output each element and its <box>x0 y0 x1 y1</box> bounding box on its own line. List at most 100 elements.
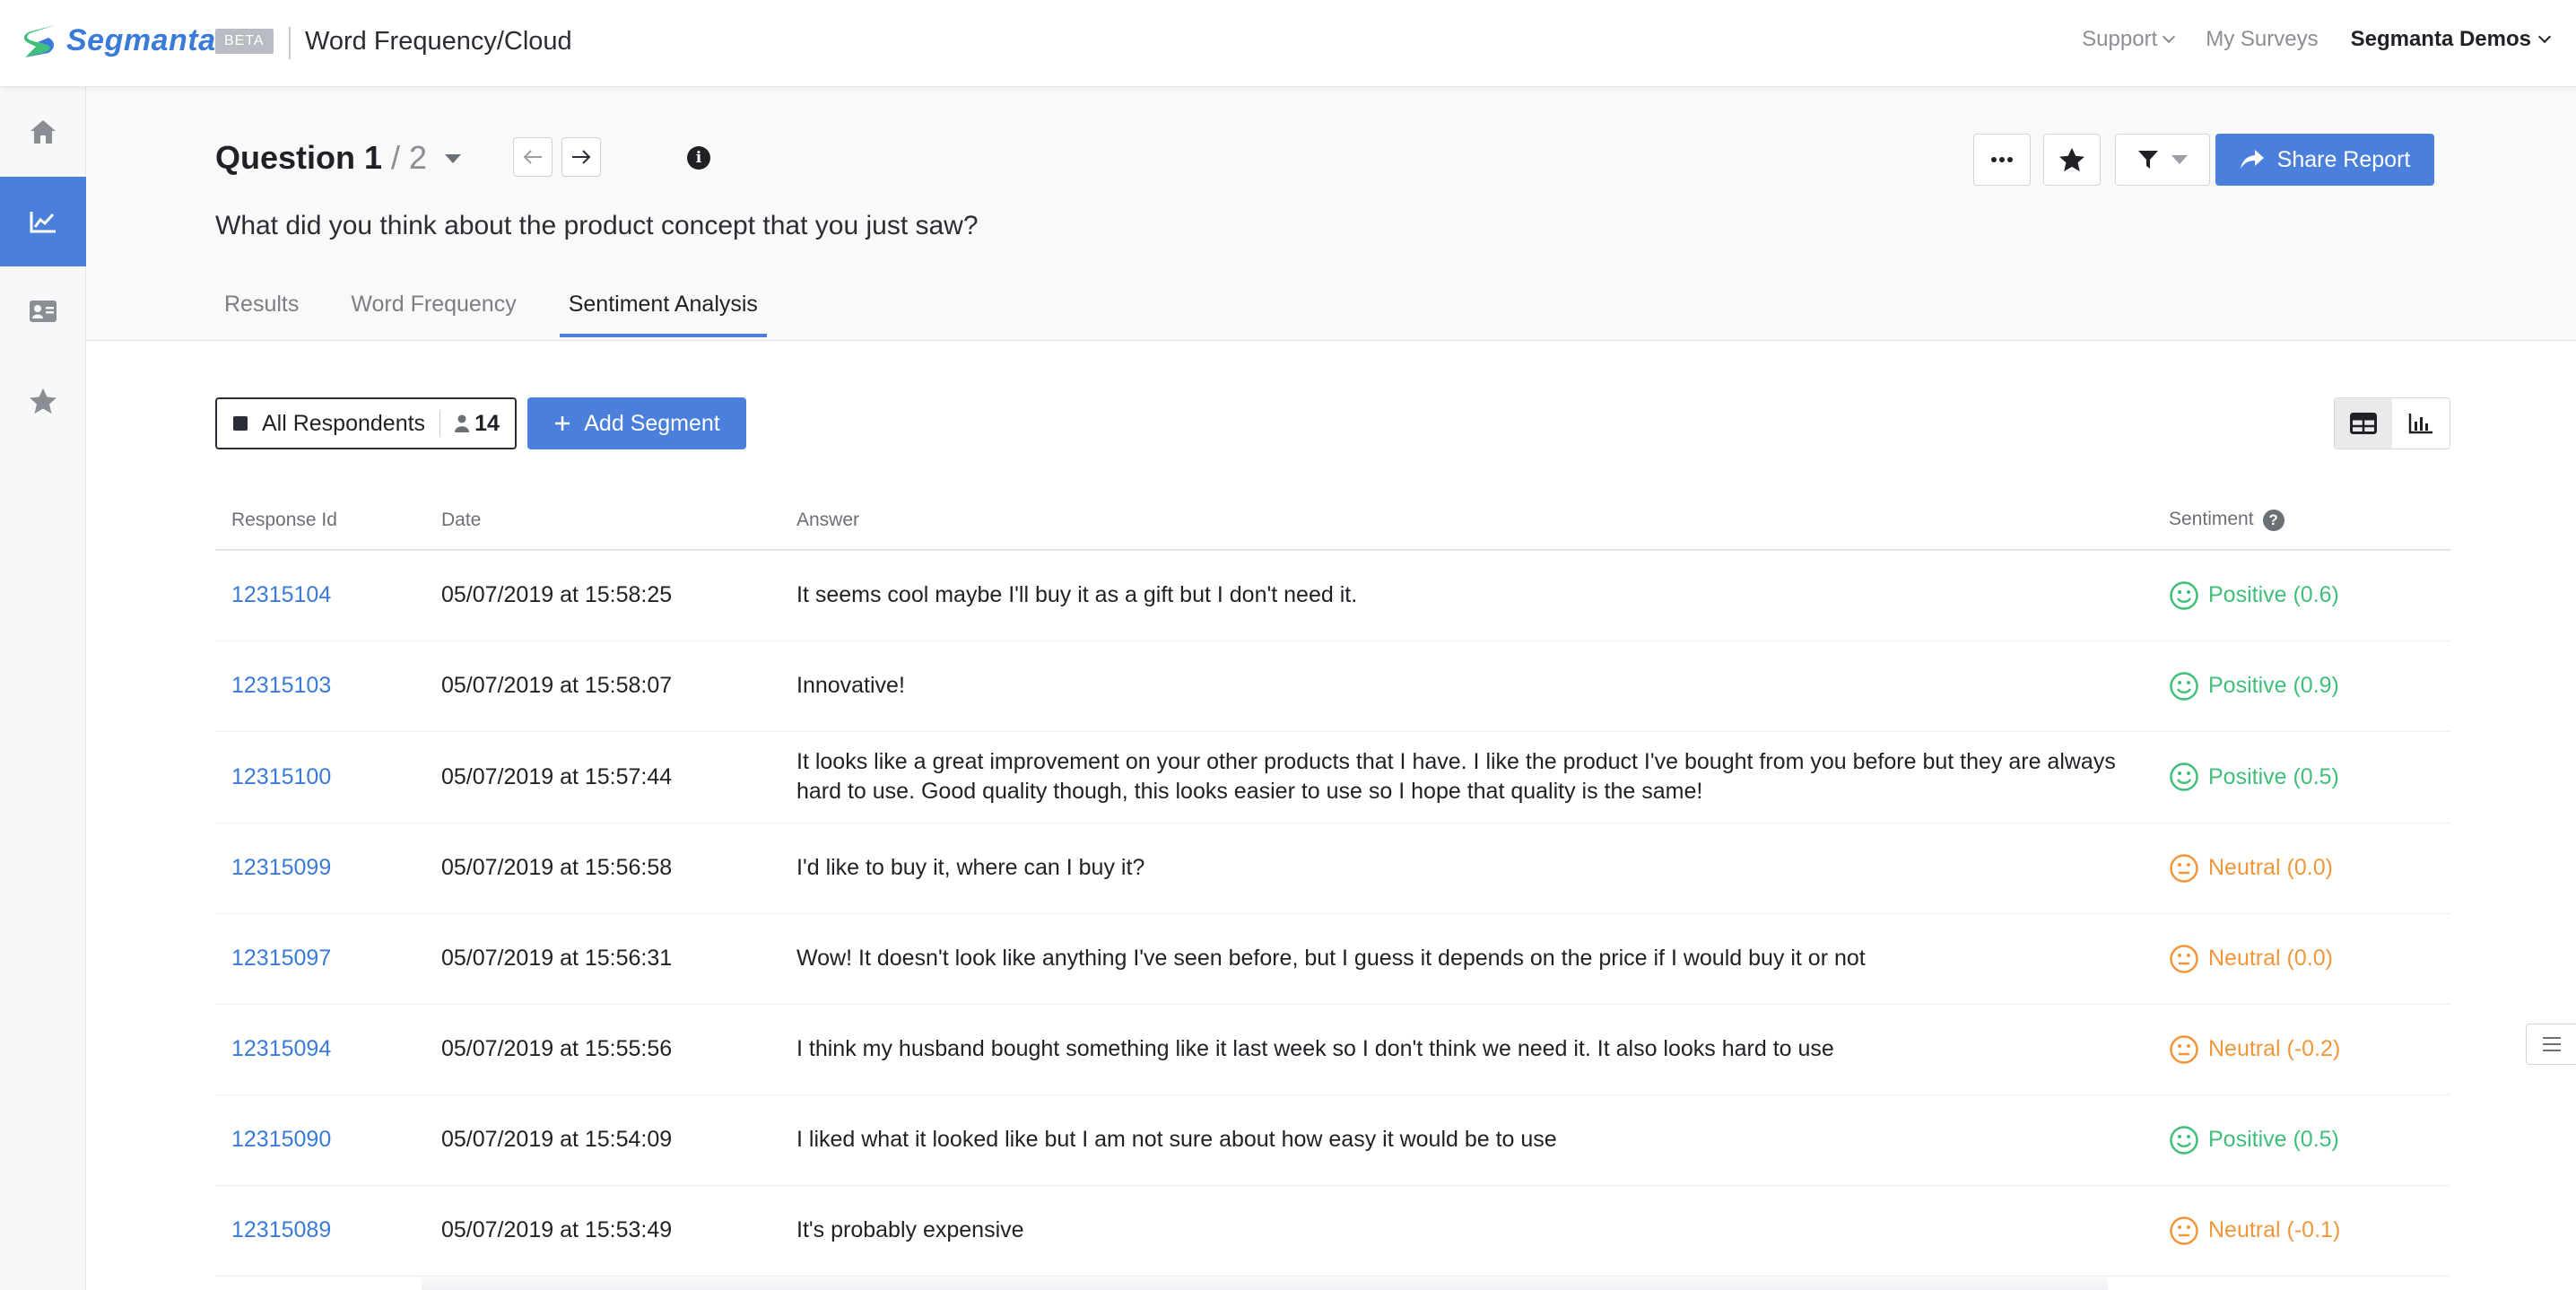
response-id-link[interactable]: 12315103 <box>215 641 425 732</box>
info-icon[interactable]: i <box>687 146 710 170</box>
response-answer: I think my husband bought something like… <box>780 1004 2153 1095</box>
table-view-button[interactable] <box>2335 398 2392 449</box>
more-options-button[interactable] <box>1973 134 2031 186</box>
response-date: 05/07/2019 at 15:54:09 <box>425 1094 780 1186</box>
sentiment-label: Neutral (-0.2) <box>2208 1036 2341 1061</box>
question-label: Question 1 <box>215 139 383 176</box>
response-date: 05/07/2019 at 15:56:58 <box>425 823 780 914</box>
response-sentiment: Positive (0.5) <box>2153 731 2450 824</box>
response-answer: Innovative! <box>780 641 2153 732</box>
sidebar <box>0 87 86 1290</box>
response-sentiment: Neutral (0.0) <box>2153 823 2450 914</box>
smiley-positive-icon <box>2170 581 2198 610</box>
table-row: 12315090 05/07/2019 at 15:54:09 I liked wh… <box>215 1094 2450 1186</box>
column-header-answer[interactable]: Answer <box>780 491 2153 551</box>
filter-icon <box>2138 151 2158 169</box>
plus-icon <box>555 416 570 431</box>
response-answer: It seems cool maybe I'll buy it as a gif… <box>780 550 2153 641</box>
chart-view-button[interactable] <box>2392 398 2450 449</box>
top-nav: Support My Surveys Segmanta Demos <box>2082 27 2552 52</box>
support-menu[interactable]: Support <box>2082 27 2176 52</box>
next-question-button[interactable] <box>561 137 601 177</box>
question-selector[interactable]: Question 1 / 2 <box>215 139 462 177</box>
sentiment-label: Positive (0.5) <box>2208 1127 2339 1152</box>
table-header-row: Response Id Date Answer Sentiment? <box>215 491 2450 551</box>
column-header-response-id[interactable]: Response Id <box>215 491 425 551</box>
segment-chip[interactable]: All Respondents 14 <box>215 397 517 449</box>
beta-badge: BETA <box>215 29 274 54</box>
table-row: 12315099 05/07/2019 at 15:56:58 I'd like t… <box>215 823 2450 914</box>
sentiment-label: Neutral (0.0) <box>2208 946 2333 971</box>
sidebar-item-home[interactable] <box>0 87 86 177</box>
response-id-link[interactable]: 12315089 <box>215 1185 425 1277</box>
segment-count-value: 14 <box>474 410 500 436</box>
response-id-link[interactable]: 12315104 <box>215 550 425 641</box>
favorite-button[interactable] <box>2043 134 2101 186</box>
response-answer: Wow! It doesn't look like anything I've … <box>780 913 2153 1005</box>
help-icon[interactable]: ? <box>2262 509 2284 531</box>
question-total: / 2 <box>391 139 428 176</box>
column-header-sentiment[interactable]: Sentiment? <box>2153 491 2450 551</box>
sentiment-badge: Neutral (-0.1) <box>2169 1216 2450 1246</box>
segment-color-swatch <box>233 416 248 431</box>
sentiment-label: Positive (0.9) <box>2208 673 2339 698</box>
sentiment-badge: Positive (0.9) <box>2169 671 2450 702</box>
contact-card-icon <box>30 301 57 322</box>
response-id-link[interactable]: 12315100 <box>215 731 425 824</box>
filter-button[interactable] <box>2115 134 2210 186</box>
sentiment-label: Positive (0.5) <box>2208 763 2339 789</box>
response-date: 05/07/2019 at 15:56:31 <box>425 913 780 1005</box>
add-segment-button[interactable]: Add Segment <box>527 397 746 449</box>
response-answer: It's probably expensive <box>780 1185 2153 1277</box>
tab-word-frequency[interactable]: Word Frequency <box>342 283 525 337</box>
star-icon <box>30 388 57 414</box>
logo-wordmark: Segmanta <box>66 22 216 57</box>
sentiment-label: Neutral (-0.1) <box>2208 1217 2341 1242</box>
segmanta-logo[interactable]: Segmanta <box>20 20 216 61</box>
home-icon <box>30 120 56 144</box>
add-segment-label: Add Segment <box>584 410 720 436</box>
app-title: Word Frequency/Cloud <box>305 27 572 56</box>
column-header-date[interactable]: Date <box>425 491 780 551</box>
response-id-link[interactable]: 12315094 <box>215 1004 425 1095</box>
share-report-button[interactable]: Share Report <box>2215 134 2434 186</box>
response-id-link[interactable]: 12315099 <box>215 823 425 914</box>
table-row: 12315103 05/07/2019 at 15:58:07 Innovative… <box>215 641 2450 732</box>
sidebar-item-reports[interactable] <box>0 177 86 266</box>
share-report-label: Share Report <box>2276 146 2411 172</box>
tab-bar: Results Word Frequency Sentiment Analysi… <box>215 283 801 337</box>
sidebar-item-contacts[interactable] <box>0 266 86 356</box>
response-id-link[interactable]: 12315090 <box>215 1094 425 1186</box>
side-panel-handle[interactable] <box>2526 1024 2576 1065</box>
caret-down-icon <box>2171 155 2188 164</box>
response-id-link[interactable]: 12315097 <box>215 913 425 1005</box>
main-content: All Respondents 14 Add Segment Response … <box>86 342 2576 1290</box>
ellipsis-icon <box>1991 157 2013 162</box>
response-answer: It looks like a great improvement on you… <box>780 731 2153 824</box>
view-toggle <box>2334 397 2450 449</box>
arrow-left-icon <box>523 150 542 164</box>
smiley-neutral-icon <box>2170 1216 2198 1245</box>
smiley-positive-icon <box>2170 1125 2198 1155</box>
response-sentiment: Positive (0.6) <box>2153 550 2450 641</box>
tab-results[interactable]: Results <box>215 283 308 337</box>
chart-icon <box>30 212 56 233</box>
sentiment-label: Neutral (0.0) <box>2208 855 2333 880</box>
user-menu[interactable]: Segmanta Demos <box>2351 27 2552 52</box>
table-row: 12315100 05/07/2019 at 15:57:44 It looks l… <box>215 731 2450 824</box>
table-row: 12315089 05/07/2019 at 15:53:49 It's proba… <box>215 1185 2450 1277</box>
question-header: Question 1 / 2 i What did you think abou… <box>86 87 2576 341</box>
tab-sentiment-analysis[interactable]: Sentiment Analysis <box>559 283 767 337</box>
response-date: 05/07/2019 at 15:53:49 <box>425 1185 780 1277</box>
sentiment-badge: Neutral (0.0) <box>2169 944 2450 974</box>
prev-question-button[interactable] <box>513 137 553 177</box>
response-sentiment: Positive (0.9) <box>2153 641 2450 732</box>
caret-down-icon <box>445 154 462 163</box>
response-date: 05/07/2019 at 15:57:44 <box>425 731 780 824</box>
my-surveys-link[interactable]: My Surveys <box>2206 27 2318 52</box>
sidebar-item-favorites[interactable] <box>0 356 86 446</box>
bar-chart-icon <box>2408 414 2432 434</box>
segment-name: All Respondents <box>262 410 426 436</box>
segment-divider <box>439 410 441 437</box>
person-icon <box>455 414 470 432</box>
